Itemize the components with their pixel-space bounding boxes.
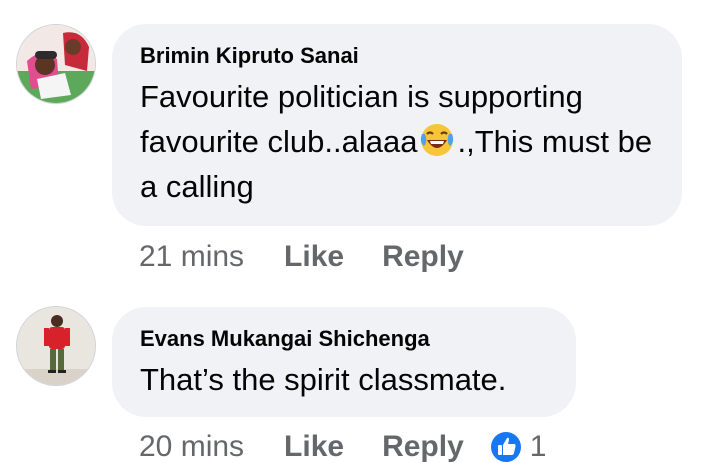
laughing-tears-emoji-icon [421, 124, 454, 156]
avatar[interactable] [16, 24, 96, 104]
comment-author[interactable]: Brimin Kipruto Sanai [140, 42, 654, 70]
comment-author[interactable]: Evans Mukangai Shichenga [140, 325, 548, 353]
reaction-summary[interactable]: 1 [490, 430, 547, 463]
comment-text: Favourite politician is supporting favou… [140, 79, 653, 204]
thumbs-up-icon [490, 432, 521, 462]
reply-button[interactable]: Reply [382, 240, 464, 274]
avatar[interactable] [16, 306, 96, 386]
reply-button[interactable]: Reply [382, 430, 464, 463]
reaction-count: 1 [529, 430, 547, 463]
like-button[interactable]: Like [284, 430, 344, 463]
comment: Evans Mukangai Shichenga That’s the spir… [0, 300, 720, 463]
comment-actions: 21 mins Like Reply [139, 240, 502, 274]
comment-timestamp[interactable]: 21 mins [139, 240, 244, 274]
like-button[interactable]: Like [284, 240, 344, 274]
comment-actions: 20 mins Like Reply 1 [139, 430, 546, 463]
comment-bubble: Evans Mukangai Shichenga That’s the spir… [112, 307, 576, 417]
comment-text: That’s the spirit classmate. [140, 362, 507, 397]
comment: Brimin Kipruto Sanai Favourite politicia… [0, 0, 720, 290]
comment-timestamp[interactable]: 20 mins [139, 430, 244, 463]
comment-bubble: Brimin Kipruto Sanai Favourite politicia… [112, 24, 682, 226]
